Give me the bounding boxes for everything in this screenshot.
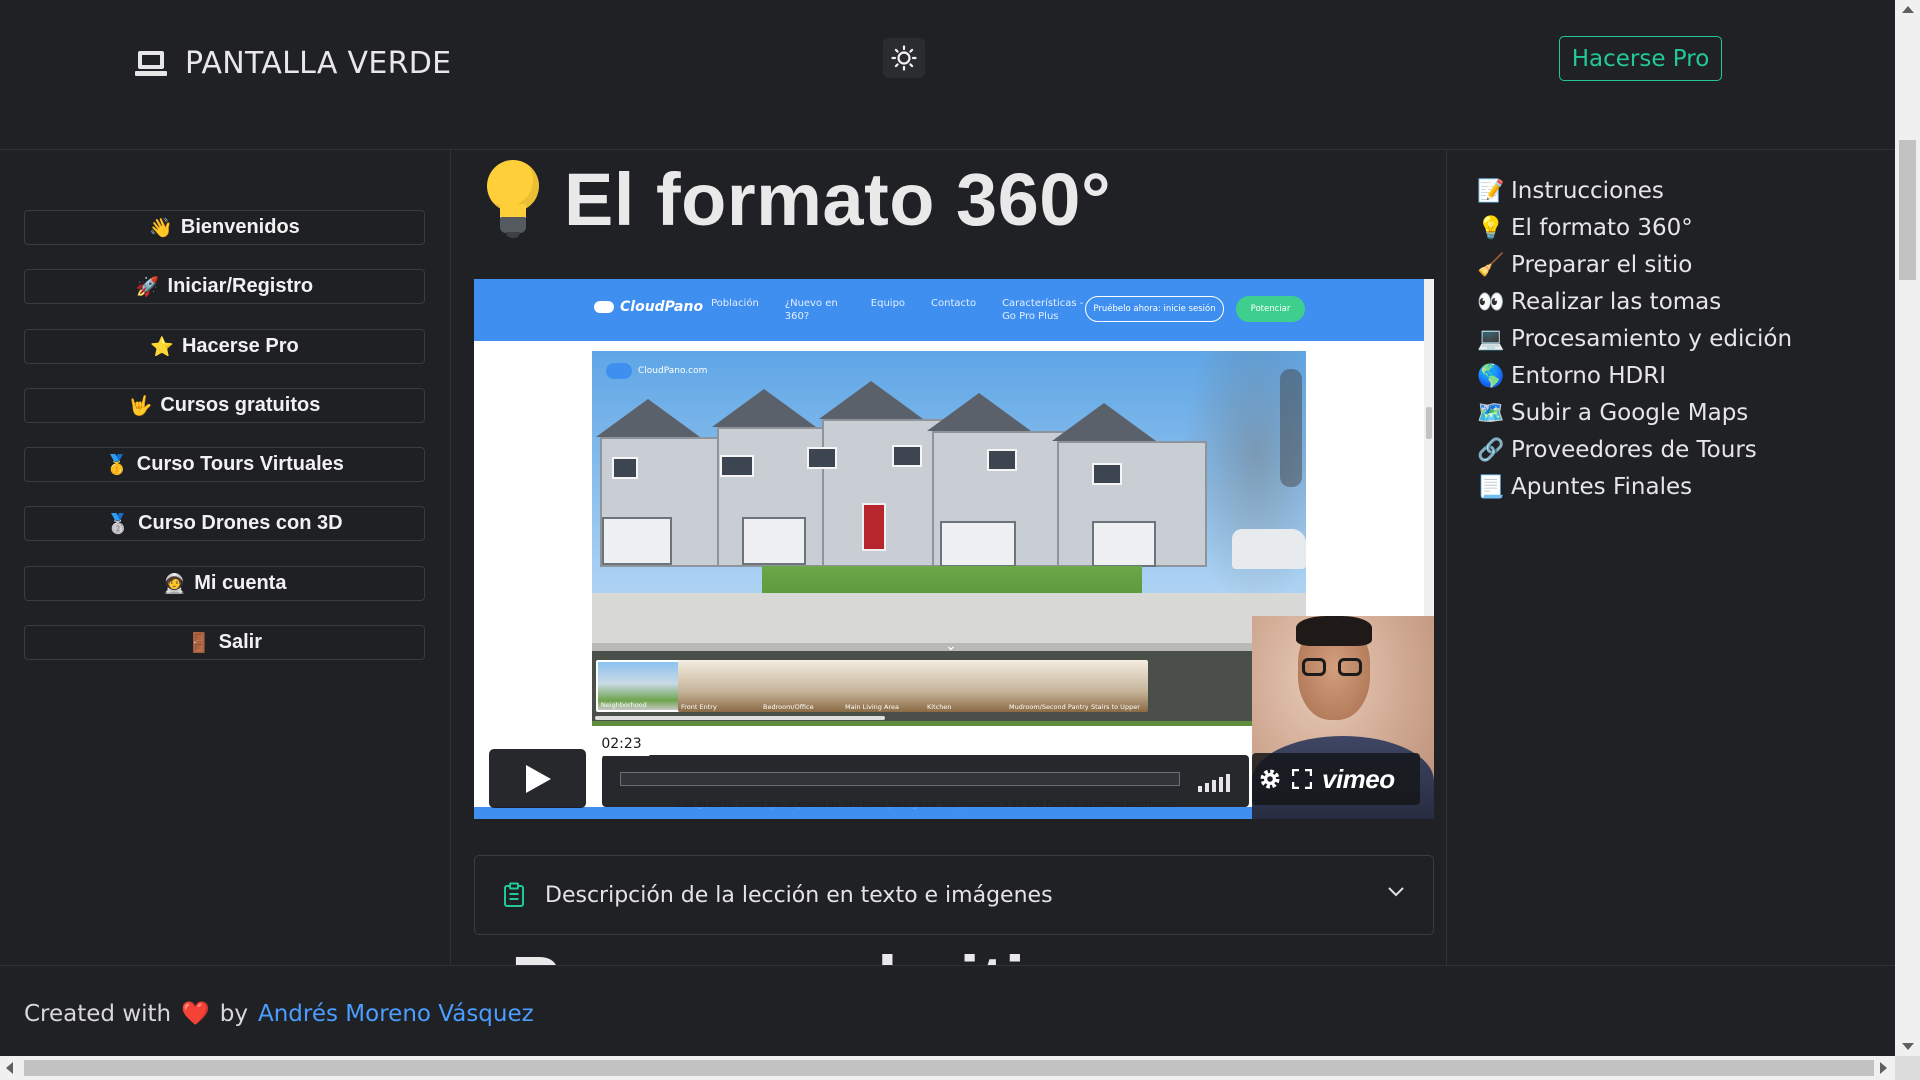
laptop-icon <box>135 50 167 77</box>
sidebar-item-label: Bienvenidos <box>180 216 300 238</box>
thumbnail: Mudroom/Second Pantry <box>1006 660 1100 712</box>
thumbnail: Neighborhood <box>596 660 690 712</box>
settings-gear-icon[interactable] <box>1258 767 1282 791</box>
sidebar-item-label: Hacerse Pro <box>181 335 299 357</box>
pano-watermark: CloudPano.com <box>606 363 707 379</box>
laptop-icon: 💻 <box>1477 326 1505 352</box>
scroll-up-icon[interactable] <box>1902 6 1914 13</box>
sidebar-item-curso-drones[interactable]: 🥈 Curso Drones con 3D <box>24 506 425 541</box>
thumbnail: Kitchen <box>924 660 1018 712</box>
toc-item-realizar-tomas[interactable]: 👀 Realizar las tomas <box>1477 289 1721 315</box>
video-time: 02:23 <box>593 732 650 756</box>
page-footer: Created with ❤️ by Andrés Moreno Vásquez <box>0 965 1895 1056</box>
tour-thumbnails: Neighborhood Front Entry Bedroom/Office … <box>592 651 1306 721</box>
scroll-down-icon[interactable] <box>1902 1043 1914 1050</box>
video-progress-bar[interactable] <box>620 772 1180 786</box>
door-icon: 🚪 <box>186 632 211 654</box>
top-header: PANTALLA VERDE Hacerse Pro <box>0 0 1895 150</box>
thumbnail: Bedroom/Office <box>760 660 854 712</box>
accordion-label: Descripción de la lección en texto e imá… <box>545 882 1053 908</box>
lesson-description-accordion[interactable]: Descripción de la lección en texto e imá… <box>474 855 1434 935</box>
brand-name[interactable]: PANTALLA VERDE <box>185 46 451 81</box>
cloudpano-logo: CloudPano <box>594 299 703 315</box>
page-title: El formato 360° <box>486 157 1111 242</box>
chevron-down-icon[interactable] <box>1387 886 1405 898</box>
toc-item-instrucciones[interactable]: 📝 Instrucciones <box>1477 178 1664 204</box>
clipboard-icon <box>504 882 524 907</box>
toc-item-formato-360[interactable]: 💡 El formato 360° <box>1477 215 1693 241</box>
video-site-header: CloudPano Población ¿Nuevo en 360? Equip… <box>474 279 1424 341</box>
toc-item-preparar-sitio[interactable]: 🧹 Preparar el sitio <box>1477 252 1692 278</box>
footer-credit: Created with ❤️ by Andrés Moreno Vásquez <box>24 1000 534 1028</box>
rocket-icon: 🚀 <box>135 276 160 298</box>
lightbulb-icon: 💡 <box>1477 215 1505 241</box>
sidebar-item-bienvenidos[interactable]: 👋 Bienvenidos <box>24 210 425 245</box>
sidebar-item-label: Mi cuenta <box>194 572 287 594</box>
toc-item-google-maps[interactable]: 🗺️ Subir a Google Maps <box>1477 400 1748 426</box>
globe-icon: 🌎 <box>1477 363 1505 389</box>
sidebar-item-registro[interactable]: 🚀 Iniciar/Registro <box>24 269 425 304</box>
sidebar-item-pro[interactable]: ⭐ Hacerse Pro <box>24 329 425 364</box>
thumbnail: Stairs to Upper <box>1088 660 1148 712</box>
heart-icon: ❤️ <box>181 1001 210 1027</box>
sidebar-item-label: Curso Drones con 3D <box>138 512 343 534</box>
go-pro-button[interactable]: Hacerse Pro <box>1559 36 1722 81</box>
lesson-content: El formato 360° CloudPano Población ¿Nue… <box>451 150 1446 965</box>
page-title-text: El formato 360° <box>564 158 1112 241</box>
table-of-contents: 📝 Instrucciones 💡 El formato 360° 🧹 Prep… <box>1446 150 1895 965</box>
video-site-nav: Población ¿Nuevo en 360? Equipo Contacto… <box>711 298 1084 322</box>
cloud-icon <box>594 301 614 313</box>
waving-hand-icon: 👋 <box>149 217 173 239</box>
sidebar-item-label: Iniciar/Registro <box>167 275 314 297</box>
astronaut-icon: 🧑‍🚀 <box>162 573 187 595</box>
memo-icon: 📝 <box>1477 178 1505 204</box>
play-button[interactable] <box>489 749 586 808</box>
video-site-cta: Potenciar <box>1236 296 1305 322</box>
vertical-scrollbar[interactable] <box>1895 0 1920 1056</box>
video-right-controls: vimeo <box>1252 753 1420 805</box>
sidebar-item-cursos-gratuitos[interactable]: 🤟 Cursos gratuitos <box>24 388 425 423</box>
broom-icon: 🧹 <box>1477 252 1505 278</box>
toc-item-apuntes[interactable]: 📃 Apuntes Finales <box>1477 474 1692 500</box>
rock-hand-icon: 🤟 <box>128 395 153 417</box>
gold-medal-icon: 🥇 <box>105 454 129 476</box>
sidebar-item-curso-tours[interactable]: 🥇 Curso Tours Virtuales <box>24 447 425 482</box>
page-icon: 📃 <box>1477 474 1505 500</box>
toc-item-entorno-hdri[interactable]: 🌎 Entorno HDRI <box>1477 363 1666 389</box>
toc-item-proveedores[interactable]: 🔗 Proveedores de Tours <box>1477 437 1757 463</box>
pano-tool-icons <box>1280 369 1302 487</box>
sidebar-item-label: Curso Tours Virtuales <box>136 453 344 475</box>
horizontal-scrollbar[interactable] <box>0 1056 1895 1080</box>
thumbnail: Front Entry <box>678 660 772 712</box>
video-site-login: Pruébelo ahora: inicie sesión <box>1085 296 1224 322</box>
play-icon <box>525 764 551 793</box>
silver-medal-icon: 🥈 <box>106 513 131 535</box>
fullscreen-icon[interactable] <box>1292 769 1312 789</box>
theme-toggle-button[interactable] <box>883 38 925 78</box>
scroll-thumb[interactable] <box>1899 140 1916 280</box>
author-link[interactable]: Andrés Moreno Vásquez <box>258 1001 534 1027</box>
link-icon: 🔗 <box>1477 437 1505 463</box>
sidebar-item-mi-cuenta[interactable]: 🧑‍🚀 Mi cuenta <box>24 566 425 601</box>
vimeo-logo[interactable]: vimeo <box>1322 764 1395 795</box>
sidebar-item-label: Cursos gratuitos <box>160 394 321 416</box>
sidebar-item-salir[interactable]: 🚪 Salir <box>24 625 425 660</box>
volume-icon[interactable] <box>1198 774 1230 792</box>
thumbnail: Main Living Area <box>842 660 936 712</box>
eyes-icon: 👀 <box>1477 289 1505 315</box>
scroll-left-icon[interactable] <box>6 1062 13 1074</box>
brand[interactable]: PANTALLA VERDE <box>135 46 451 81</box>
sun-icon <box>891 45 917 71</box>
lightbulb-icon <box>486 159 540 240</box>
scroll-thumb[interactable] <box>24 1060 1874 1076</box>
star-icon: ⭐ <box>150 336 174 358</box>
map-icon: 🗺️ <box>1477 400 1505 426</box>
next-section-heading: Preparar el sitio <box>511 940 1070 965</box>
sidebar-item-label: Salir <box>218 631 263 653</box>
scroll-right-icon[interactable] <box>1880 1062 1887 1074</box>
left-sidebar: 👋 Bienvenidos 🚀 Iniciar/Registro ⭐ Hacer… <box>0 150 451 965</box>
video-player[interactable]: CloudPano Población ¿Nuevo en 360? Equip… <box>474 279 1434 819</box>
toc-item-procesamiento[interactable]: 💻 Procesamiento y edición <box>1477 326 1792 352</box>
